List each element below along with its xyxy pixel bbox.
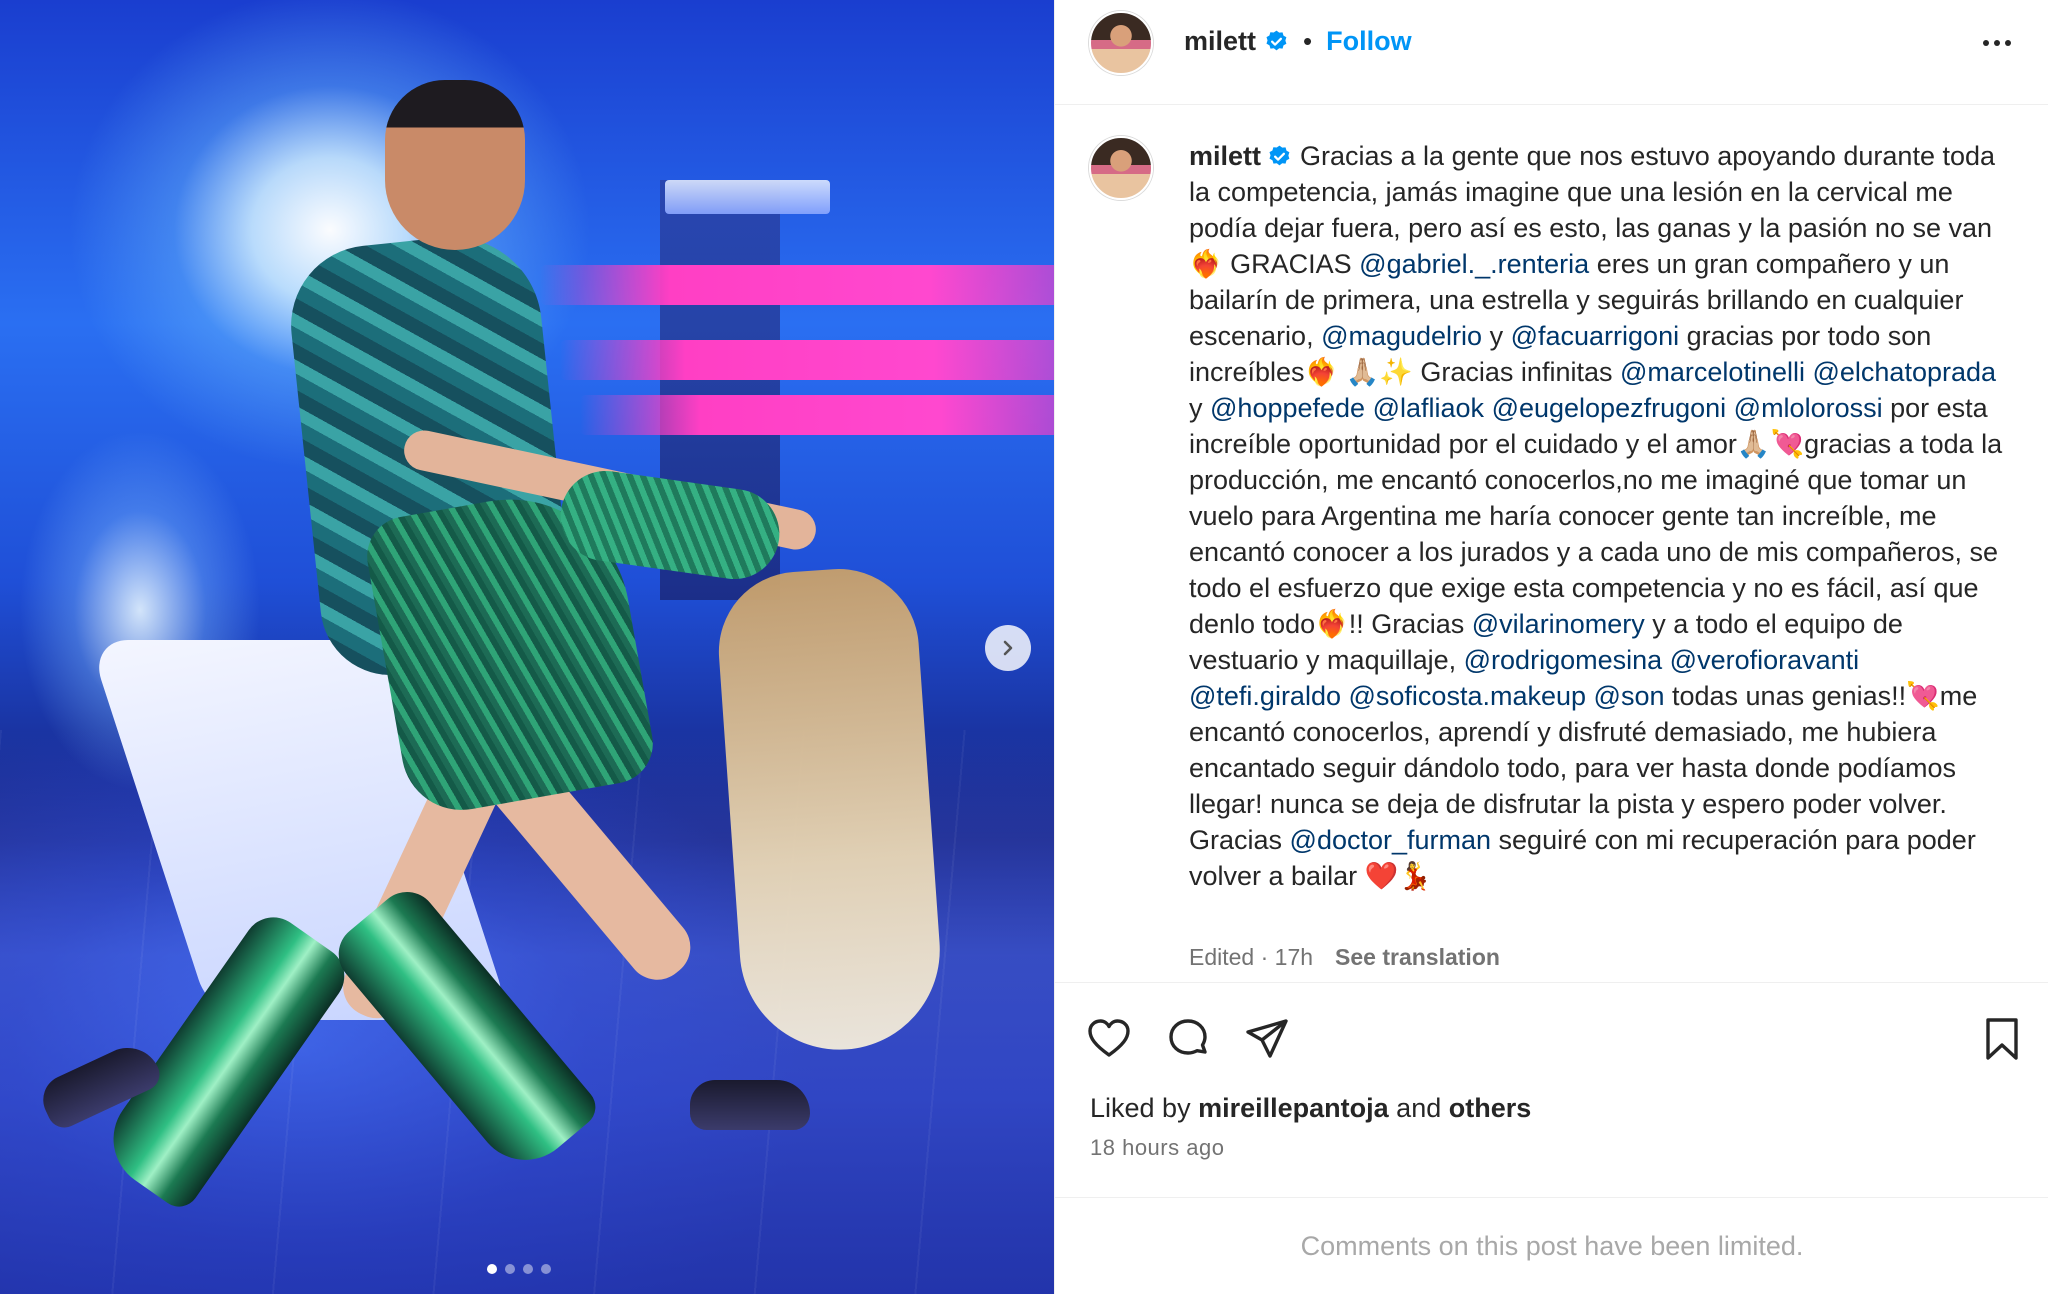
- caption-text-segment: y: [1482, 321, 1511, 351]
- carousel-next-button[interactable]: [985, 625, 1031, 671]
- caption-text-segment: por esta increíble oportunidad por el cu…: [1189, 393, 2003, 639]
- likes-summary: Liked by mireillepantoja and others: [1090, 1093, 1531, 1124]
- dancer-man-head: [385, 80, 525, 250]
- post-header: milett • Follow: [1055, 0, 2048, 105]
- avatar[interactable]: [1089, 11, 1153, 75]
- more-options-icon: [1983, 40, 1989, 46]
- heart-icon: [1088, 1018, 1130, 1057]
- post-image[interactable]: [0, 0, 1054, 1294]
- chevron-right-icon: [1003, 640, 1013, 656]
- paper-plane-icon: [1246, 1018, 1288, 1058]
- like-button[interactable]: [1082, 1013, 1136, 1067]
- liked-by-user-link[interactable]: mireillepantoja: [1198, 1093, 1389, 1123]
- caption-text: milett Gracias a la gente que nos estuvo…: [1189, 138, 2009, 894]
- separator-dot: •: [1303, 26, 1313, 56]
- mention-link[interactable]: @son: [1594, 681, 1665, 711]
- caption-text-segment: y: [1189, 393, 1211, 423]
- header-user: milett • Follow: [1184, 26, 1412, 57]
- mention-link[interactable]: @magudelrio: [1321, 321, 1482, 351]
- stage-prop-top: [665, 180, 830, 214]
- carousel-dot: [505, 1264, 515, 1274]
- carousel-dot: [541, 1264, 551, 1274]
- carousel-indicator: [487, 1264, 551, 1274]
- mention-link[interactable]: @mlolorossi: [1734, 393, 1883, 423]
- mention-link[interactable]: @hoppefede: [1210, 393, 1365, 423]
- carousel-dot: [487, 1264, 497, 1274]
- mention-link[interactable]: @marcelotinelli: [1620, 357, 1805, 387]
- caption-text-segment: [1726, 393, 1734, 423]
- mention-link[interactable]: @verofioravanti: [1670, 645, 1860, 675]
- mention-link[interactable]: @soficosta.makeup: [1349, 681, 1587, 711]
- liked-by-others-link[interactable]: others: [1449, 1093, 1532, 1123]
- mention-link[interactable]: @vilarinomery: [1472, 609, 1645, 639]
- follow-button[interactable]: Follow: [1326, 26, 1411, 57]
- see-translation-link[interactable]: See translation: [1335, 944, 1500, 971]
- comment-bubble-icon: [1169, 1018, 1207, 1055]
- dancer-woman-hair: [713, 563, 947, 1057]
- more-options-button[interactable]: [1977, 28, 2017, 58]
- post-meta: Edited · 17h See translation: [1189, 944, 1500, 971]
- caption-text-segment: [1484, 393, 1492, 423]
- stage-light-stripe: [540, 265, 1054, 305]
- caption-text-segment: [1662, 645, 1670, 675]
- caption-body: Gracias a la gente que nos estuvo apoyan…: [1189, 141, 2002, 891]
- stage-light-stripe: [560, 340, 1054, 380]
- carousel-dot: [523, 1264, 533, 1274]
- caption-text-segment: [1365, 393, 1373, 423]
- share-button[interactable]: [1240, 1013, 1294, 1067]
- liked-by-and: and: [1396, 1093, 1442, 1123]
- caption-section: milett Gracias a la gente que nos estuvo…: [1055, 105, 2048, 982]
- save-button[interactable]: [1975, 1013, 2029, 1067]
- mention-link[interactable]: @lafliaok: [1373, 393, 1484, 423]
- sneaker: [690, 1080, 810, 1130]
- comments-limited-notice: Comments on this post have been limited.: [1055, 1197, 2048, 1294]
- mention-link[interactable]: @eugelopezfrugoni: [1492, 393, 1727, 423]
- avatar[interactable]: [1089, 136, 1153, 200]
- post-details-panel: milett • Follow milett Gracias a la gent…: [1054, 0, 2048, 1294]
- edited-timestamp: Edited · 17h: [1189, 944, 1314, 970]
- mention-link[interactable]: @doctor_furman: [1290, 825, 1492, 855]
- mention-link[interactable]: @elchatoprada: [1812, 357, 1996, 387]
- mention-link[interactable]: @facuarrigoni: [1511, 321, 1680, 351]
- stage-light-stripe: [580, 395, 1054, 435]
- mention-link[interactable]: @gabriel._.renteria: [1359, 249, 1589, 279]
- verified-badge-icon: [1269, 145, 1290, 166]
- post-time: 18 hours ago: [1090, 1135, 1225, 1160]
- caption-text-segment: [1586, 681, 1594, 711]
- verified-badge-icon: [1266, 30, 1287, 51]
- caption-username[interactable]: milett: [1189, 141, 1261, 171]
- comment-button[interactable]: [1161, 1013, 1215, 1067]
- mention-link[interactable]: @tefi.giraldo: [1189, 681, 1341, 711]
- liked-by-prefix: Liked by: [1090, 1093, 1191, 1123]
- post-actions: Liked by mireillepantoja and others 18 h…: [1055, 982, 2048, 1197]
- caption-text-segment: [1341, 681, 1349, 711]
- mention-link[interactable]: @rodrigomesina: [1464, 645, 1663, 675]
- username-link[interactable]: milett: [1184, 26, 1256, 57]
- bookmark-icon: [1986, 1017, 2018, 1060]
